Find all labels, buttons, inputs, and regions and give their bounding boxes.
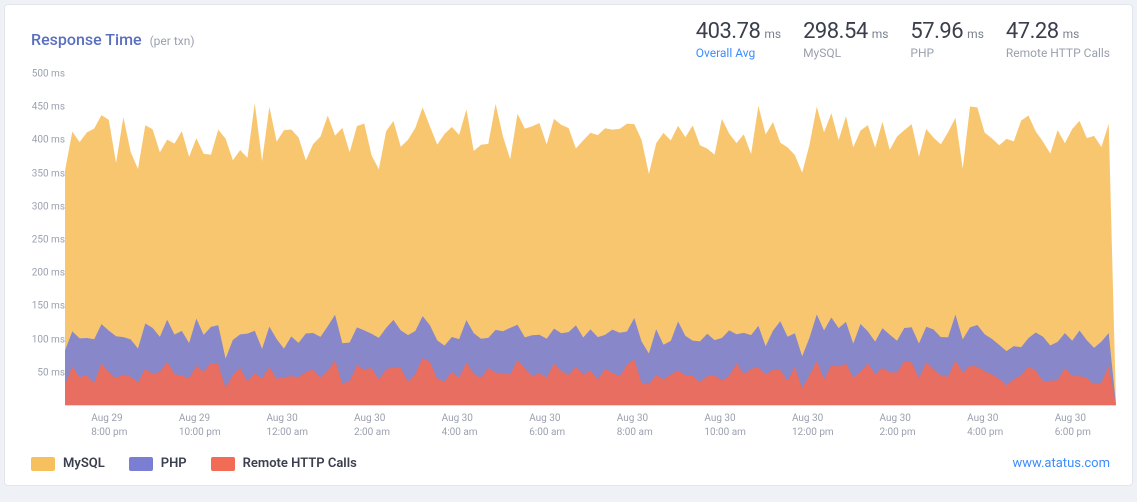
metrics-row: 403.78msOverall Avg298.54msMySQL57.96msP… [696, 19, 1110, 60]
legend-swatch [129, 457, 153, 471]
metric-label: Remote HTTP Calls [1006, 46, 1110, 60]
panel-subtitle: (per txn) [150, 34, 195, 48]
x-tick: Aug 302:00 am [354, 412, 390, 440]
x-tick: Aug 302:00 pm [880, 412, 916, 440]
metric-label: MySQL [803, 46, 888, 60]
brand-link[interactable]: www.atatus.com [1012, 456, 1110, 471]
legend-item[interactable]: Remote HTTP Calls [211, 456, 357, 471]
legend-item[interactable]: PHP [129, 456, 187, 471]
metric-unit: ms [872, 27, 889, 41]
metric: 298.54 ms MySQL [803, 19, 888, 60]
y-axis: 500 ms450 ms400 ms350 ms300 ms250 ms200 … [21, 74, 65, 406]
y-tick: 350 ms [32, 168, 65, 179]
y-tick: 200 ms [32, 268, 65, 279]
metric-unit: ms [1063, 27, 1080, 41]
y-tick: 50 ms [37, 367, 65, 378]
x-tick: Aug 306:00 pm [1055, 412, 1091, 440]
x-tick: Aug 304:00 am [442, 412, 478, 440]
metric-value: 57.96 [910, 19, 963, 44]
metric-label: Overall Avg [696, 46, 781, 60]
y-tick: 400 ms [32, 135, 65, 146]
metric: 403.78ms Overall Avg [696, 19, 781, 60]
metric-value: 298.54 [803, 19, 868, 44]
y-tick: 150 ms [32, 301, 65, 312]
metric-label: PHP [910, 46, 983, 60]
metric-unit: ms [764, 27, 781, 41]
legend-label: PHP [161, 456, 187, 471]
metric-value: 47.28 [1006, 19, 1059, 44]
legend-item[interactable]: MySQL [31, 456, 105, 471]
panel-title-group: Response Time (per txn) [31, 30, 195, 49]
x-tick: Aug 3012:00 am [266, 412, 308, 440]
x-tick: Aug 304:00 pm [967, 412, 1003, 440]
legend-label: MySQL [63, 456, 105, 471]
x-tick: Aug 306:00 am [529, 412, 565, 440]
plot-region [65, 74, 1116, 406]
legend-label: Remote HTTP Calls [243, 456, 357, 471]
chart-area: 500 ms 450 ms 400 ms 350 ms 300 ms 250 ms 200 … [5, 66, 1132, 446]
x-tick: Aug 308:00 am [617, 412, 653, 440]
panel-header: Response Time (per txn) 403.78msOverall … [5, 5, 1132, 66]
y-tick: 450 ms [32, 102, 65, 113]
x-axis: Aug 298:00 pm Aug 2910:00 pm Aug 3012:00 a… [65, 408, 1116, 446]
y-tick: 100 ms [32, 334, 65, 345]
metric: 57.96 ms PHP [910, 19, 983, 60]
response-time-panel: Response Time (per txn) 403.78msOverall … [4, 4, 1133, 486]
panel-footer: MySQL PHP Remote HTTP Calls www.atatus.com [5, 446, 1132, 485]
y-tick: 300 ms [32, 201, 65, 212]
stacked-area-svg [65, 74, 1116, 405]
y-tick: 250 ms [32, 235, 65, 246]
x-tick: Aug 2910:00 pm [179, 412, 221, 440]
x-tick: Aug 3010:00 am [704, 412, 746, 440]
metric-value: 403.78 [696, 19, 761, 44]
metric-unit: ms [967, 27, 984, 41]
legend: MySQL PHP Remote HTTP Calls [31, 456, 357, 471]
panel-title: Response Time [31, 30, 142, 49]
x-tick: Aug 298:00 pm [91, 412, 127, 440]
y-tick: 500 ms [32, 69, 65, 80]
legend-swatch [31, 457, 55, 471]
legend-swatch [211, 457, 235, 471]
metric: 47.28 ms Remote HTTP Calls [1006, 19, 1110, 60]
x-tick: Aug 3012:00 pm [792, 412, 834, 440]
